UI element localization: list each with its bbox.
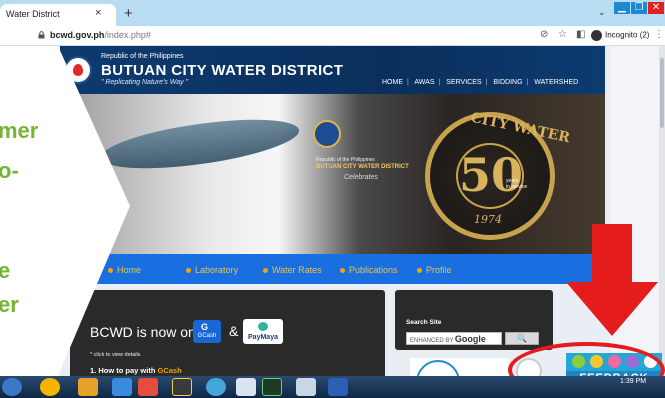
url-host: bcwd.gov.ph	[50, 30, 105, 40]
nav-bidding[interactable]: BIDDING	[493, 79, 522, 86]
incognito-profile[interactable]: Incognito (2)	[591, 30, 649, 41]
down-arrow-icon	[566, 224, 658, 336]
bullet-icon	[186, 268, 191, 274]
nav-home[interactable]: HOME	[382, 79, 403, 86]
minimize-button[interactable]: ▁	[614, 2, 630, 14]
hero-district-name: BUTUAN CITY WATER DISTRICT	[316, 164, 409, 170]
anniversary-year: 1974	[474, 213, 502, 226]
app-icon[interactable]	[78, 378, 98, 396]
nav-separator: |	[485, 79, 488, 86]
search-input[interactable]: ENHANCED BY Google	[406, 332, 502, 345]
close-window-button[interactable]: ✕	[648, 2, 664, 14]
search-placeholder-prefix: ENHANCED BY	[410, 338, 454, 344]
maximize-button[interactable]: ❐	[631, 2, 647, 14]
anniversary-number: 50	[459, 148, 524, 202]
incognito-icon	[591, 30, 602, 41]
browser-tab-bar: Water District × + ⌄ ▁ ❐ ✕	[0, 0, 665, 26]
folder-icon[interactable]	[112, 378, 132, 396]
paymaya-logo[interactable]: PayMaya	[243, 319, 283, 344]
menu-item-label: Laboratory	[195, 265, 239, 275]
profile-label: Incognito (2)	[605, 30, 650, 40]
menu-item-label: Publications	[349, 265, 398, 275]
bullet-icon	[340, 268, 345, 274]
ampersand: &	[229, 323, 239, 339]
app-icon[interactable]	[206, 378, 226, 396]
overlay-text-line: e	[0, 258, 11, 283]
close-tab-icon[interactable]: ×	[95, 7, 101, 19]
gcash-label: GCash	[197, 333, 217, 339]
sidebar-icon[interactable]: ◧	[576, 29, 585, 40]
lock-icon	[38, 31, 45, 39]
hero-celebrates: Celebrates	[344, 174, 378, 181]
star-icon[interactable]: ☆	[558, 29, 567, 40]
word-icon[interactable]	[328, 378, 348, 396]
slide-overlay	[0, 46, 130, 376]
nav-awas[interactable]: AWAS	[414, 79, 434, 86]
menu-item-label: Water Rates	[272, 265, 322, 275]
fireworks-icon[interactable]	[172, 378, 192, 396]
tab-title: Water District	[6, 9, 60, 19]
address-bar[interactable]: bcwd.gov.ph/index.php# ⊘ ☆ ◧ Incognito (…	[0, 26, 665, 46]
file-icon[interactable]	[236, 378, 256, 396]
nav-watershed[interactable]: WATERSHED	[534, 79, 578, 86]
overlay-text-line: mer	[0, 118, 39, 143]
nav-separator: |	[407, 79, 409, 86]
nav-separator: |	[526, 79, 529, 86]
menu-item-publications[interactable]: Publications	[340, 265, 398, 275]
paymaya-label: PayMaya	[248, 334, 278, 341]
search-button[interactable]: 🔍	[505, 332, 539, 345]
overlay-text-line: er	[0, 292, 19, 317]
new-tab-button[interactable]: +	[124, 5, 133, 22]
eye-off-icon[interactable]: ⊘	[540, 29, 548, 40]
overlay-text-line: o-	[0, 158, 19, 183]
top-nav: HOME | AWAS | SERVICES | BIDDING | WATERSHED	[382, 79, 582, 86]
anniversary-in-service: in service	[506, 184, 528, 190]
bcwd-seal	[313, 120, 341, 148]
browser-icon[interactable]	[138, 378, 158, 396]
nav-services[interactable]: SERVICES	[446, 79, 481, 86]
bullet-icon	[263, 268, 268, 274]
main-menu-bar	[60, 254, 605, 284]
bullet-icon	[417, 268, 422, 274]
menu-dots-icon[interactable]: ⋮	[654, 29, 664, 40]
url-path: /index.php#	[104, 30, 151, 40]
chrome-icon[interactable]	[40, 378, 60, 396]
dreamweaver-icon[interactable]	[262, 378, 282, 396]
url-text[interactable]: bcwd.gov.ph/index.php#	[50, 30, 151, 40]
taskbar-clock[interactable]: 1:39 PM	[620, 378, 646, 385]
gcash-mark-icon: G	[201, 322, 209, 332]
tab-search-icon[interactable]: ⌄	[598, 7, 606, 18]
gcash-logo[interactable]: G GCash	[193, 320, 221, 343]
how-to-pay-brand: GCash	[157, 366, 182, 375]
search-placeholder-brand: Google	[454, 334, 486, 344]
menu-item-profile[interactable]: Profile	[417, 265, 452, 275]
browser-tab[interactable]: Water District ×	[0, 4, 116, 26]
start-icon[interactable]	[2, 378, 22, 396]
menu-item-label: Profile	[426, 265, 452, 275]
hero-republic: Republic of the Philippines	[316, 157, 375, 163]
app-icon[interactable]	[296, 378, 316, 396]
menu-item-laboratory[interactable]: Laboratory	[186, 265, 238, 275]
scrollbar-thumb[interactable]	[660, 58, 664, 128]
nav-separator: |	[438, 79, 441, 86]
menu-item-water-rates[interactable]: Water Rates	[263, 265, 322, 275]
anniversary-years-text: years in service	[506, 178, 527, 190]
search-title: Search Site	[406, 319, 442, 326]
